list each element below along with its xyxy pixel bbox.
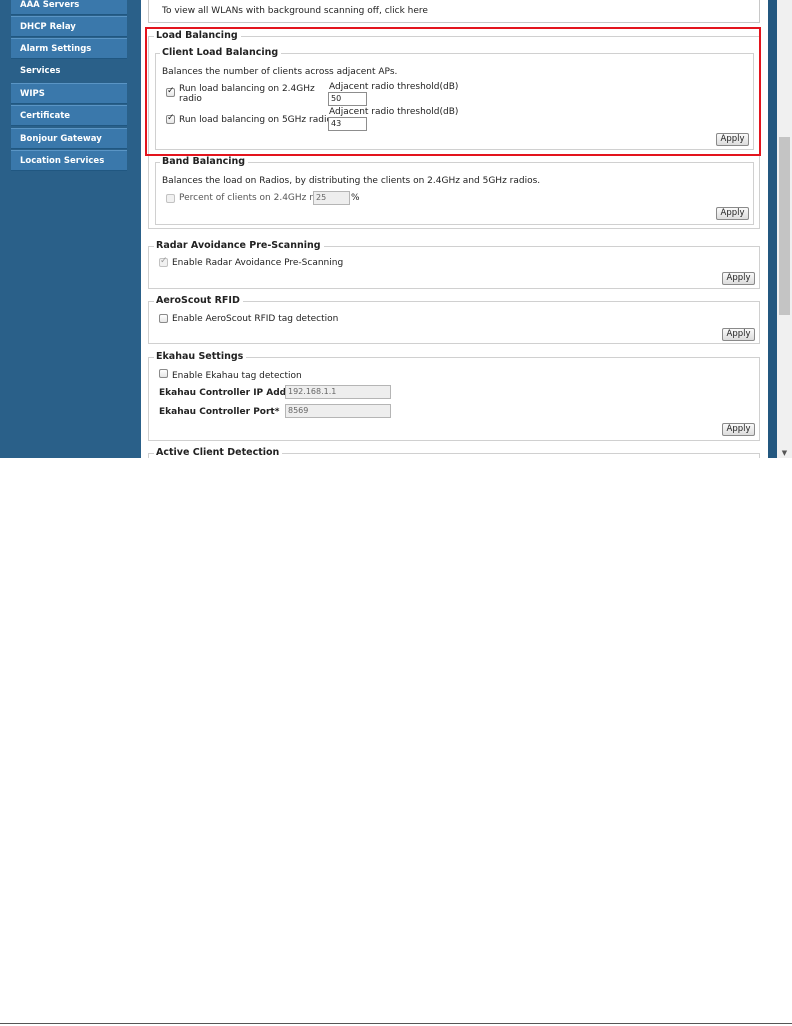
sidebar-item-bonjour-gateway[interactable]: Bonjour Gateway	[11, 128, 127, 149]
band-balancing-percent-input[interactable]: 25	[313, 191, 350, 205]
ekahau-title: Ekahau Settings	[154, 351, 247, 362]
vertical-scrollbar[interactable]: ▼	[777, 0, 792, 458]
ekahau-port-label: Ekahau Controller Port*	[159, 407, 280, 417]
radar-checkbox[interactable]	[159, 256, 168, 267]
radar-checkbox-label: Enable Radar Avoidance Pre-Scanning	[172, 258, 344, 268]
sidebar-item-wips[interactable]: WIPS	[11, 83, 127, 104]
ekahau-fieldset	[148, 357, 760, 441]
sidebar-item-location-services[interactable]: Location Services	[11, 150, 127, 171]
scrollbar-thumb[interactable]	[779, 137, 790, 315]
triangle-down-icon[interactable]: ▼	[777, 449, 792, 457]
wlan-scan-note: To view all WLANs with background scanni…	[162, 6, 428, 16]
sidebar-item-alarm-settings[interactable]: Alarm Settings	[11, 38, 127, 59]
band-balancing-percent-label: Percent of clients on 2.4GHz radio	[179, 193, 333, 203]
aeroscout-apply-button[interactable]: Apply	[722, 328, 755, 341]
load-balancing-highlight-box	[145, 27, 761, 156]
band-balancing-apply-button[interactable]: Apply	[716, 207, 749, 220]
ekahau-port-input[interactable]: 8569	[285, 404, 391, 418]
click-here-link[interactable]: click here	[385, 6, 428, 16]
sidebar-item-services[interactable]: Services	[11, 60, 127, 81]
ekahau-apply-button[interactable]: Apply	[722, 423, 755, 436]
radar-apply-button[interactable]: Apply	[722, 272, 755, 285]
browser-viewport: AAA Servers DHCP Relay Alarm Settings Se…	[0, 0, 792, 458]
aeroscout-title: AeroScout RFID	[154, 295, 243, 306]
sidebar-item-dhcp-relay[interactable]: DHCP Relay	[11, 16, 127, 37]
aeroscout-checkbox[interactable]	[159, 314, 168, 323]
ekahau-checkbox[interactable]	[159, 369, 168, 378]
right-frame-strip	[768, 0, 777, 458]
radar-title: Radar Avoidance Pre-Scanning	[154, 240, 324, 251]
band-balancing-title: Band Balancing	[160, 156, 249, 167]
ekahau-checkbox-label: Enable Ekahau tag detection	[172, 371, 302, 381]
background-scanning-section: To view all WLANs with background scanni…	[148, 0, 760, 23]
active-client-title: Active Client Detection	[154, 447, 283, 458]
band-balancing-checkbox[interactable]	[166, 194, 175, 203]
sidebar-item-certificate[interactable]: Certificate	[11, 105, 127, 126]
aeroscout-checkbox-label: Enable AeroScout RFID tag detection	[172, 314, 339, 324]
band-balancing-percent-unit: %	[351, 193, 360, 203]
sidebar-item-aaa-servers[interactable]: AAA Servers	[11, 0, 127, 15]
wlan-scan-text: To view all WLANs with background scanni…	[162, 6, 382, 16]
page-bottom-rule	[0, 1023, 792, 1024]
band-balancing-description: Balances the load on Radios, by distribu…	[162, 176, 541, 186]
ekahau-ip-input[interactable]: 192.168.1.1	[285, 385, 391, 399]
